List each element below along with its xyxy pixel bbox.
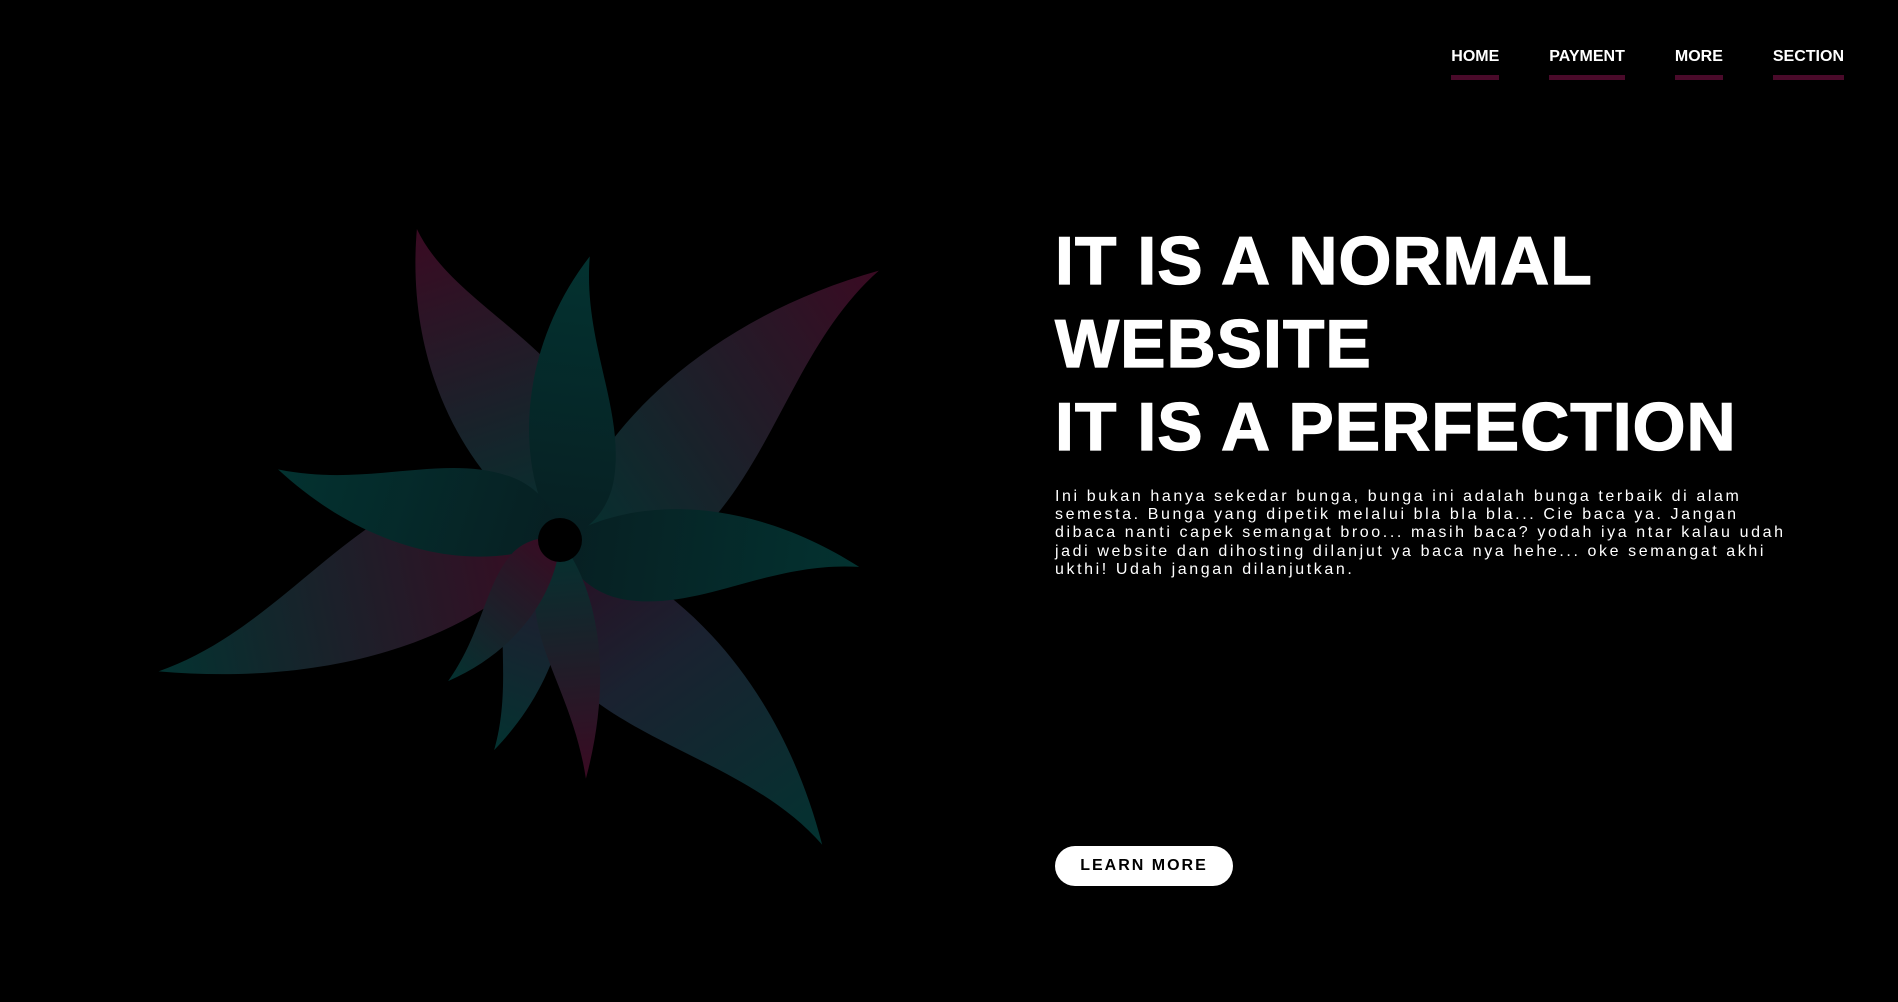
hero-description: Ini bukan hanya sekedar bunga, bunga ini…: [1055, 488, 1786, 578]
nav-home[interactable]: HOME: [1451, 48, 1500, 80]
nav-more[interactable]: MORE: [1674, 48, 1723, 80]
main-nav: HOME PAYMENT MORE SECTION: [1451, 48, 1844, 80]
flower-center: [538, 518, 582, 562]
hero-headline: IT IS A NORMAL WEBSITE IT IS A PERFECTIO…: [1054, 220, 1737, 469]
headline-line-1: IT IS A NORMAL: [1054, 222, 1593, 299]
nav-section[interactable]: SECTION: [1772, 48, 1844, 80]
nav-payment[interactable]: PAYMENT: [1549, 48, 1625, 80]
learn-more-button[interactable]: LEARN MORE: [1055, 846, 1233, 886]
headline-line-3: IT IS A PERFECTION: [1054, 388, 1737, 465]
headline-line-2: WEBSITE: [1054, 305, 1372, 382]
flower-icon: [158, 229, 879, 845]
